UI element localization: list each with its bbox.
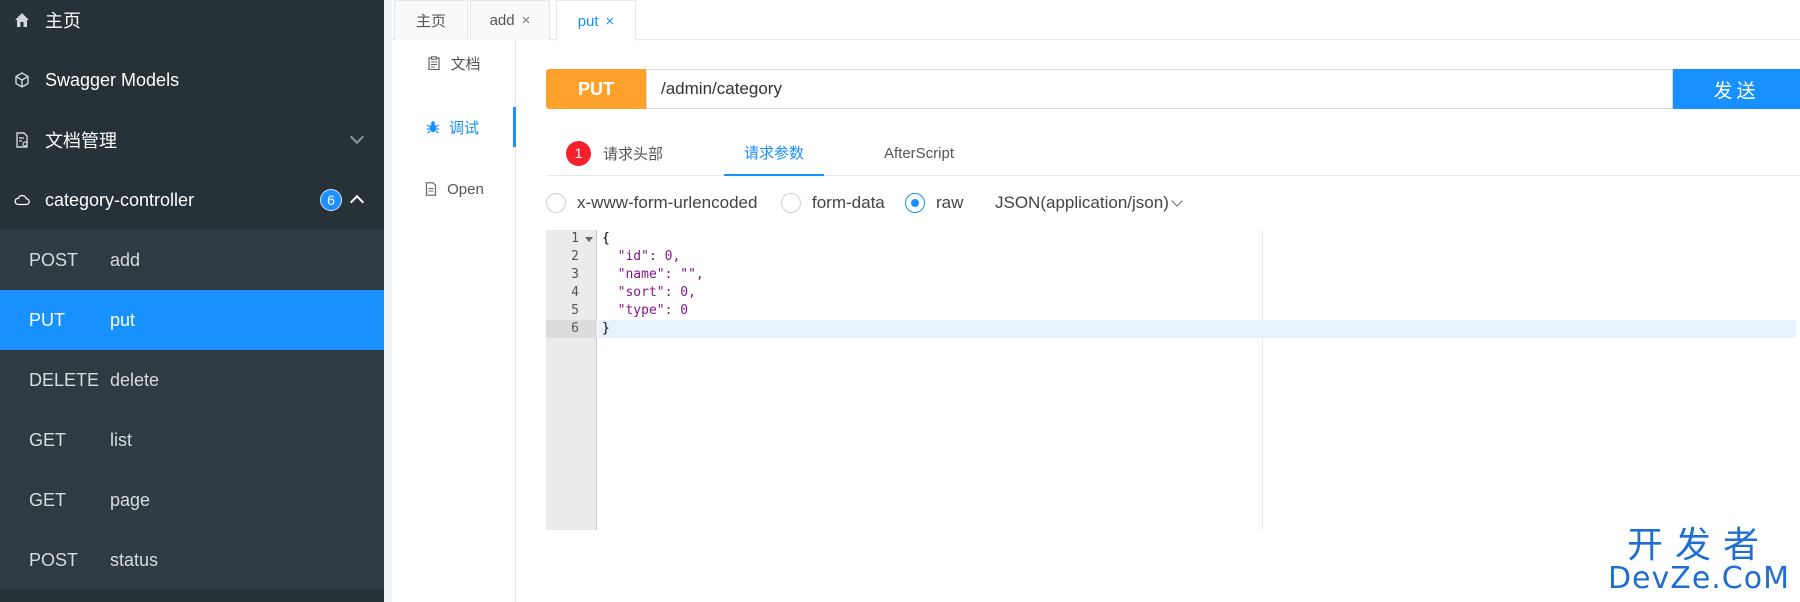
tab-put[interactable]: put × bbox=[556, 0, 636, 41]
code-line: "id": 0, bbox=[602, 249, 681, 264]
radio-label: x-www-form-urlencoded bbox=[577, 193, 758, 212]
radio-circle-selected[interactable] bbox=[905, 193, 925, 213]
file-icon bbox=[424, 182, 438, 196]
site-watermark: 开发者 DevZe.CoM bbox=[1608, 528, 1790, 594]
json-body-editor[interactable]: 1 2 3 4 5 6 { "id": 0, "name": "", "sort… bbox=[546, 230, 1800, 530]
http-method-badge: PUT bbox=[546, 69, 646, 109]
sidebar-item-category-controller[interactable]: category-controller 6 bbox=[0, 170, 384, 230]
tab-label: 请求参数 bbox=[743, 144, 804, 162]
code-line: "type": 0 bbox=[602, 303, 689, 318]
tab-label: 请求头部 bbox=[603, 145, 664, 163]
content-type-label: JSON(application/json) bbox=[995, 193, 1169, 212]
endpoint-item[interactable]: POST add bbox=[0, 230, 384, 290]
subnav-label: Open bbox=[447, 180, 484, 198]
document-settings-icon bbox=[14, 132, 30, 148]
body-type-selector: x-www-form-urlencoded form-data raw JSON… bbox=[546, 188, 1546, 218]
sidebar-item-label: category-controller bbox=[45, 189, 195, 210]
tab-after-script[interactable]: AfterScript bbox=[884, 130, 954, 176]
radio-urlencoded[interactable]: x-www-form-urlencoded bbox=[546, 188, 757, 218]
endpoint-item[interactable]: DELETE delete bbox=[0, 350, 384, 410]
endpoint-method: GET bbox=[29, 489, 67, 510]
endpoint-method: POST bbox=[29, 249, 79, 270]
radio-label: raw bbox=[936, 193, 964, 212]
tab-label: add bbox=[489, 12, 515, 29]
chevron-up-icon bbox=[349, 194, 365, 210]
endpoint-name: page bbox=[110, 489, 151, 510]
subnav-label: 文档 bbox=[450, 55, 481, 73]
tab-label: AfterScript bbox=[884, 144, 955, 162]
count-badge: 6 bbox=[320, 189, 342, 211]
tab-home[interactable]: 主页 bbox=[394, 0, 468, 40]
tab-label: put bbox=[577, 12, 599, 30]
tab-bar: 主页 add × put × bbox=[392, 0, 1800, 41]
subnav-label: 调试 bbox=[448, 119, 479, 137]
send-button[interactable]: 发送 bbox=[1673, 69, 1800, 109]
error-count-badge: 1 bbox=[566, 140, 591, 166]
code-line: "sort": 0, bbox=[602, 285, 696, 300]
code-line: "name": "", bbox=[602, 267, 704, 282]
endpoint-name: status bbox=[110, 549, 159, 570]
sidebar-divider bbox=[384, 0, 392, 602]
endpoint-name: delete bbox=[110, 369, 160, 390]
chevron-down-icon bbox=[1171, 195, 1183, 207]
radio-circle[interactable] bbox=[781, 193, 801, 213]
endpoint-method: GET bbox=[29, 429, 67, 450]
chevron-down-icon bbox=[349, 129, 365, 145]
close-icon[interactable]: × bbox=[606, 13, 615, 30]
sidebar-item-docs[interactable]: 文档管理 bbox=[0, 110, 384, 170]
url-input[interactable] bbox=[646, 69, 1673, 109]
cube-icon bbox=[14, 72, 30, 88]
tab-request-params[interactable]: 请求参数 bbox=[724, 130, 824, 176]
sidebar-item-label: 文档管理 bbox=[45, 131, 117, 151]
doc-subnav: 文档 调试 Open bbox=[392, 40, 516, 602]
subnav-doc[interactable]: 文档 bbox=[392, 43, 516, 83]
endpoint-item[interactable]: GET page bbox=[0, 470, 384, 530]
home-icon bbox=[14, 12, 30, 28]
endpoint-method: PUT bbox=[29, 309, 65, 330]
subnav-open[interactable]: Open bbox=[392, 169, 516, 209]
endpoint-name: add bbox=[110, 249, 141, 270]
fold-arrow-icon[interactable] bbox=[585, 237, 593, 242]
line-number: 5 bbox=[571, 303, 579, 318]
endpoint-item-active[interactable]: PUT put bbox=[0, 290, 384, 350]
subnav-debug[interactable]: 调试 bbox=[392, 107, 516, 147]
line-number: 4 bbox=[571, 285, 579, 300]
sidebar-item-label: Swagger Models bbox=[45, 69, 180, 90]
line-number-current: 6 bbox=[546, 320, 597, 338]
code-line-current: } bbox=[598, 320, 1796, 338]
radio-circle[interactable] bbox=[546, 193, 566, 213]
content-type-dropdown[interactable]: JSON(application/json) bbox=[995, 188, 1183, 218]
sidebar: 主页 Swagger Models 文档管理 category-controll… bbox=[0, 0, 384, 602]
endpoint-item[interactable]: POST status bbox=[0, 530, 384, 590]
sidebar-item-swagger-models[interactable]: Swagger Models bbox=[0, 50, 384, 110]
sidebar-item-home[interactable]: 主页 bbox=[0, 0, 384, 50]
line-number: 3 bbox=[571, 267, 579, 282]
cloud-icon bbox=[14, 192, 30, 208]
clipboard-icon bbox=[427, 56, 441, 70]
editor-gutter: 1 2 3 4 5 6 bbox=[546, 230, 597, 530]
tab-request-headers[interactable]: 1 请求头部 bbox=[566, 130, 663, 176]
watermark-cn: 开发者 bbox=[1626, 525, 1771, 566]
radio-form-data[interactable]: form-data bbox=[781, 188, 885, 218]
bug-icon bbox=[426, 120, 440, 134]
tab-add[interactable]: add × bbox=[470, 0, 550, 40]
endpoint-method: DELETE bbox=[29, 369, 100, 390]
endpoint-name: list bbox=[110, 429, 132, 450]
endpoint-method: POST bbox=[29, 549, 79, 570]
radio-label: form-data bbox=[812, 193, 885, 212]
line-number: 2 bbox=[571, 249, 579, 264]
endpoint-name: put bbox=[110, 309, 136, 330]
endpoint-item[interactable]: GET list bbox=[0, 410, 384, 470]
code-line: { bbox=[602, 231, 610, 246]
watermark-en: DevZe.CoM bbox=[1607, 561, 1790, 596]
close-icon[interactable]: × bbox=[522, 12, 531, 29]
tab-label: 主页 bbox=[415, 13, 446, 30]
request-param-tabs: 1 请求头部 请求参数 AfterScript bbox=[546, 130, 1800, 176]
radio-raw[interactable]: raw bbox=[905, 188, 963, 218]
sidebar-item-label: 主页 bbox=[45, 11, 81, 31]
